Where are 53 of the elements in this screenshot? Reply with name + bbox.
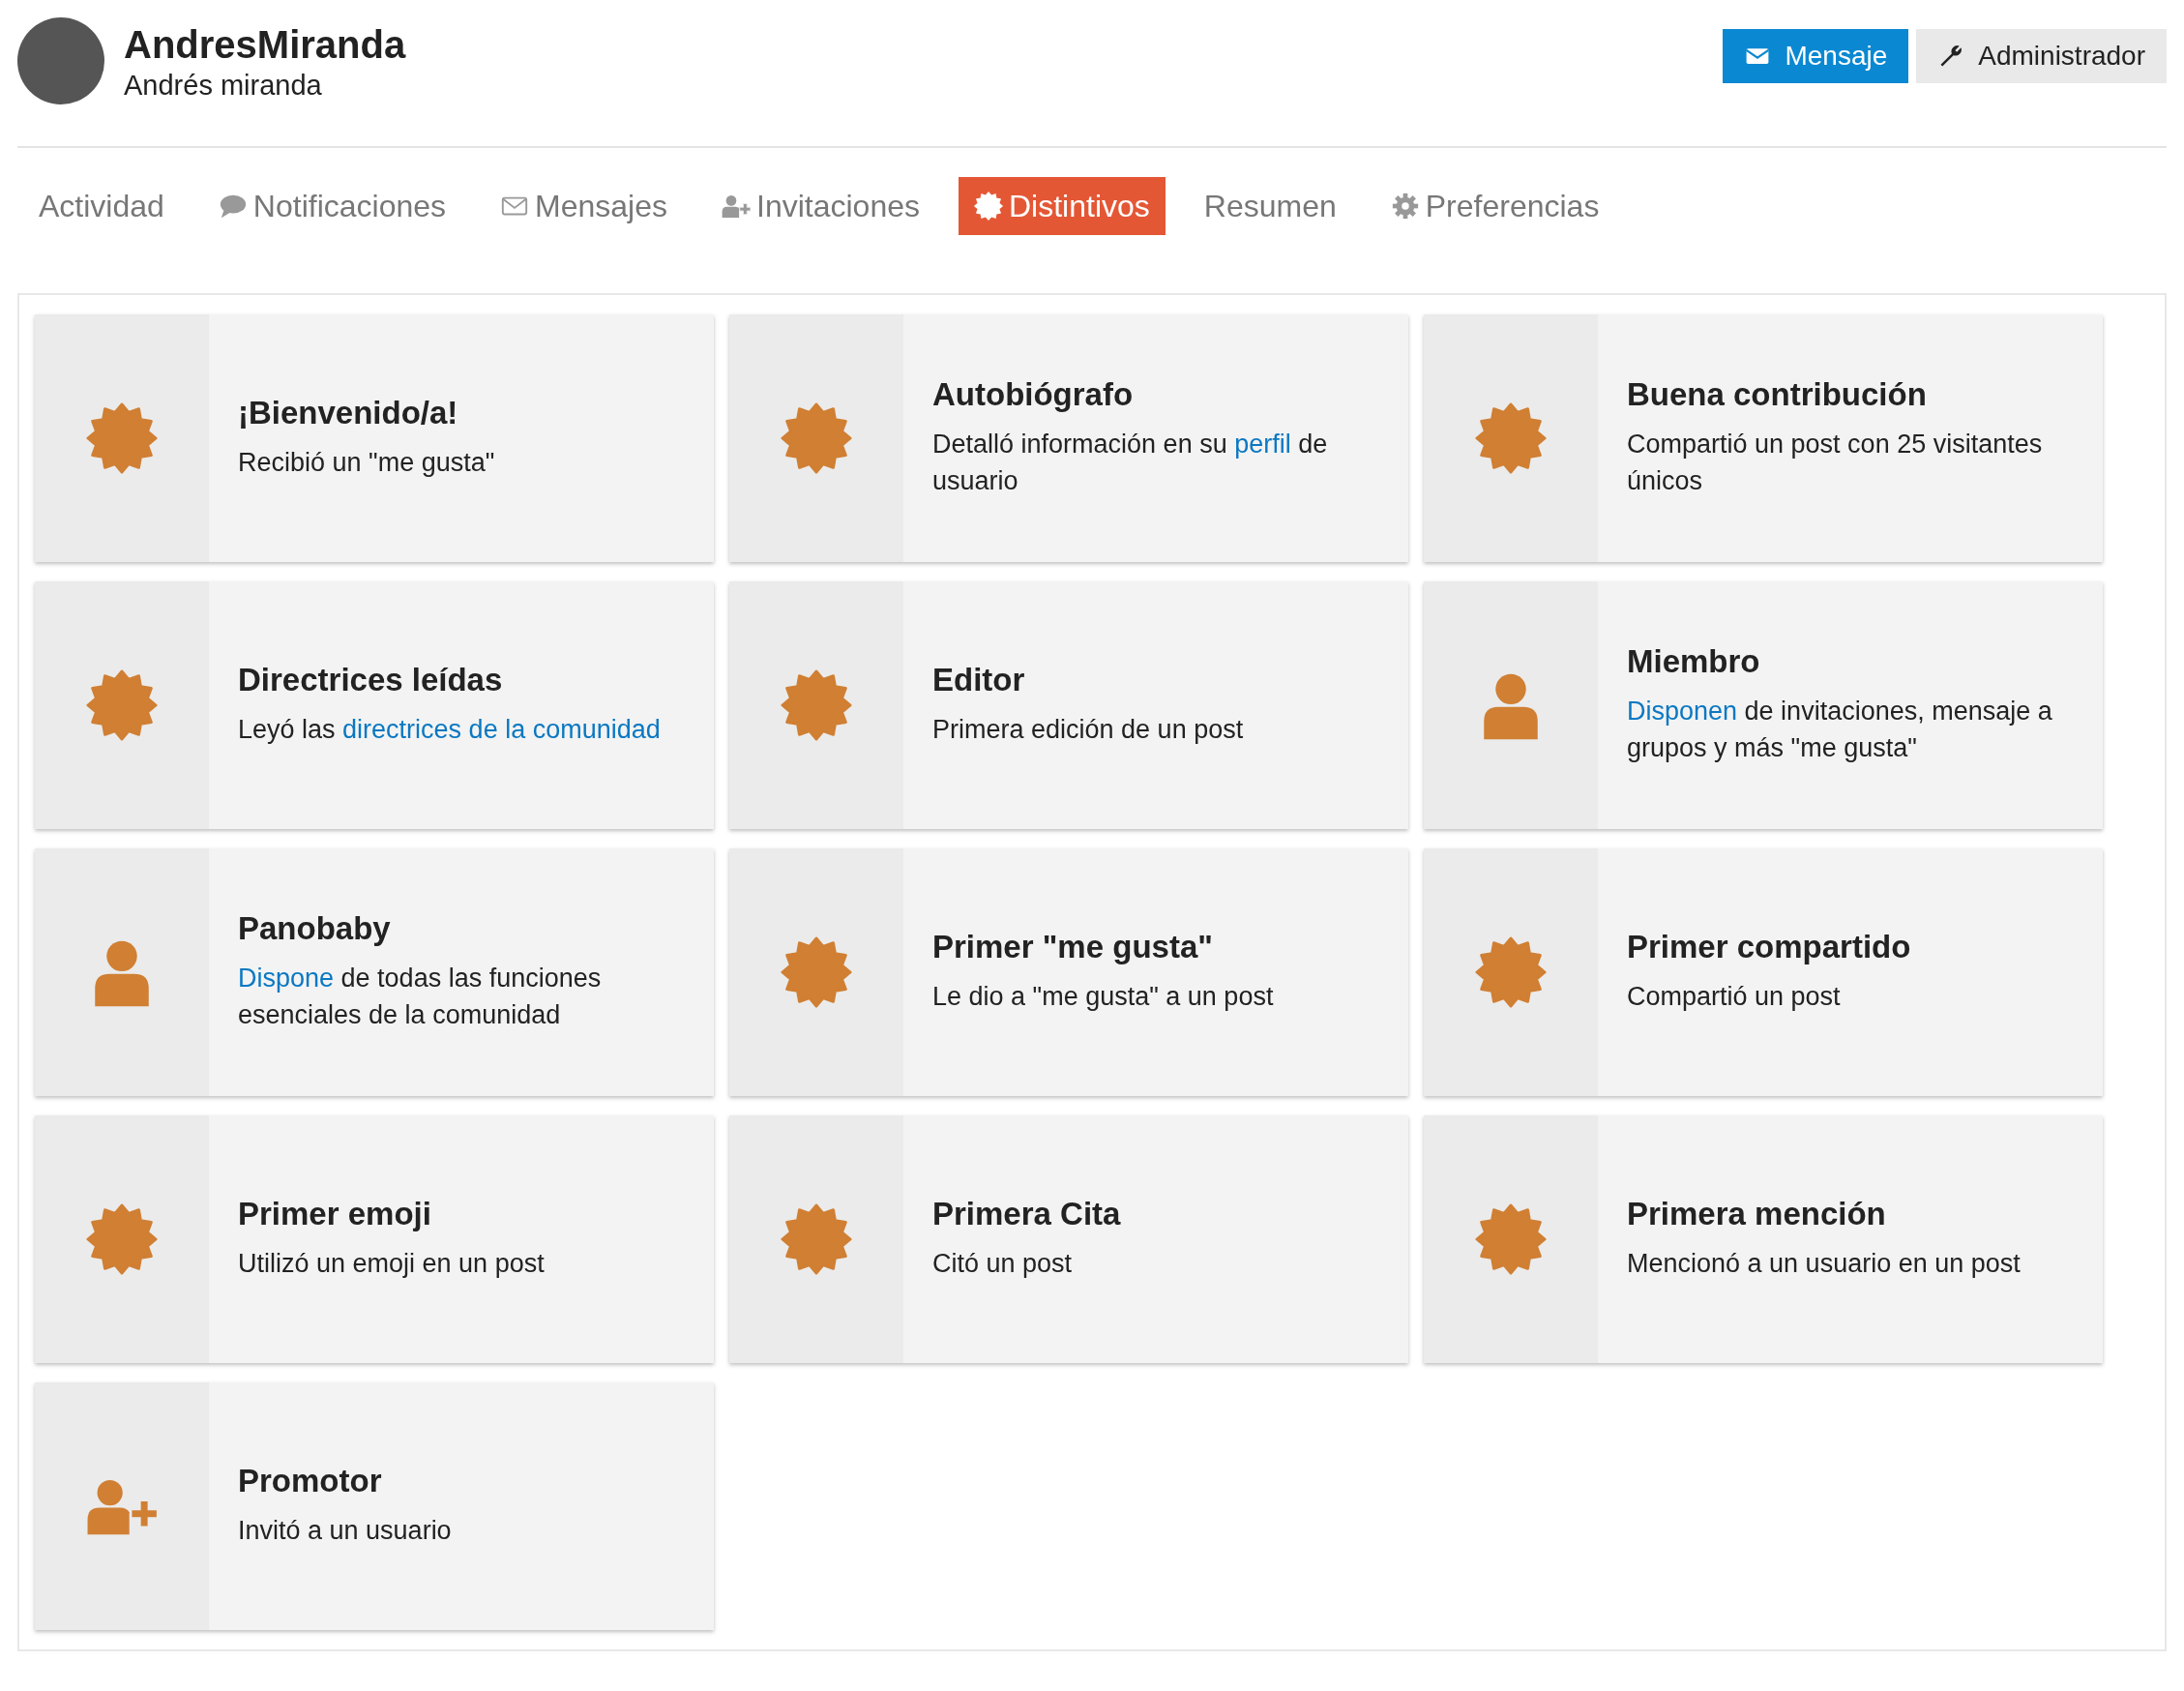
gear-icon <box>1390 192 1420 221</box>
badge-icon <box>86 669 158 741</box>
nav-tab[interactable]: Notificaciones <box>202 177 462 235</box>
nav-tab[interactable]: Resumen <box>1188 177 1352 235</box>
badge-description: Compartió un post <box>1627 981 1842 1014</box>
badge-title: Primer emoji <box>238 1196 432 1233</box>
text-link[interactable]: perfil <box>1234 430 1291 460</box>
badge-title: Buena contribución <box>1627 376 1928 414</box>
badge-title: Panobaby <box>238 910 392 948</box>
badge-title: Primera Cita <box>932 1196 1121 1233</box>
badge-icon <box>1475 402 1547 474</box>
nav-tab[interactable]: Distintivos <box>959 177 1166 235</box>
nav-tab[interactable]: Invitaciones <box>706 177 935 235</box>
badge-description: Primera edición de un post <box>932 714 1244 747</box>
badge-title: Autobiógrafo <box>932 376 1135 414</box>
badge-title: ¡Bienvenido/a! <box>238 395 459 432</box>
badge-icon <box>974 192 1003 221</box>
badge-description: Recibió un "me gusta" <box>238 447 495 480</box>
badge-icon <box>1475 1203 1547 1275</box>
badge-description: Compartió un post con 25 visitantes únicos <box>1627 429 2044 497</box>
badge-icon <box>86 1203 158 1275</box>
badge-description: Le dio a "me gusta" a un post <box>932 981 1274 1014</box>
badge-icon <box>86 402 158 474</box>
badge-description: Citó un post <box>932 1248 1074 1281</box>
badge-title: Primer compartido <box>1627 929 1911 966</box>
badge-icon <box>781 936 852 1008</box>
text-link[interactable]: directrices de la comunidad <box>342 715 661 745</box>
badge-description: Mencionó a un usuario en un post <box>1627 1248 2021 1281</box>
badge-icon <box>781 669 852 741</box>
message-button[interactable]: Mensaje <box>1723 29 1909 83</box>
text-link[interactable]: Disponen <box>1627 697 1738 727</box>
badge-title: Promotor <box>238 1463 383 1500</box>
badge-icon <box>781 1203 852 1275</box>
badge-title: Editor <box>932 662 1026 699</box>
badge-description: Detalló información en su perfil de usuario <box>932 429 1329 497</box>
badge-title: Primer "me gusta" <box>932 929 1214 966</box>
badge-description: Leyó las directrices de la comunidad <box>238 714 661 747</box>
badge-icon <box>781 402 852 474</box>
text-link[interactable]: Dispone <box>238 964 335 994</box>
nav-tab[interactable]: Mensajes <box>485 177 683 235</box>
full-name: Andrés miranda <box>124 69 323 102</box>
admin-button[interactable]: Administrador <box>1916 29 2167 83</box>
badge-title: Primera mención <box>1627 1196 1887 1233</box>
badge-description: Disponen de invitaciones, mensaje a grupos y más "me gusta" <box>1627 696 2053 764</box>
nav-tab[interactable]: Preferencias <box>1374 177 1615 235</box>
badge-description: Utilizó un emoji en un post <box>238 1248 545 1281</box>
badge-description: Invitó a un usuario <box>238 1515 452 1548</box>
badge-title: Miembro <box>1627 643 1761 681</box>
badge-title: Directrices leídas <box>238 662 504 699</box>
badge-icon <box>1475 936 1547 1008</box>
nav-tab[interactable]: Actividad <box>23 177 180 235</box>
username: AndresMiranda <box>124 21 406 68</box>
badge-description: Dispone de todas las funciones esenciales de la comunidad <box>238 963 603 1031</box>
